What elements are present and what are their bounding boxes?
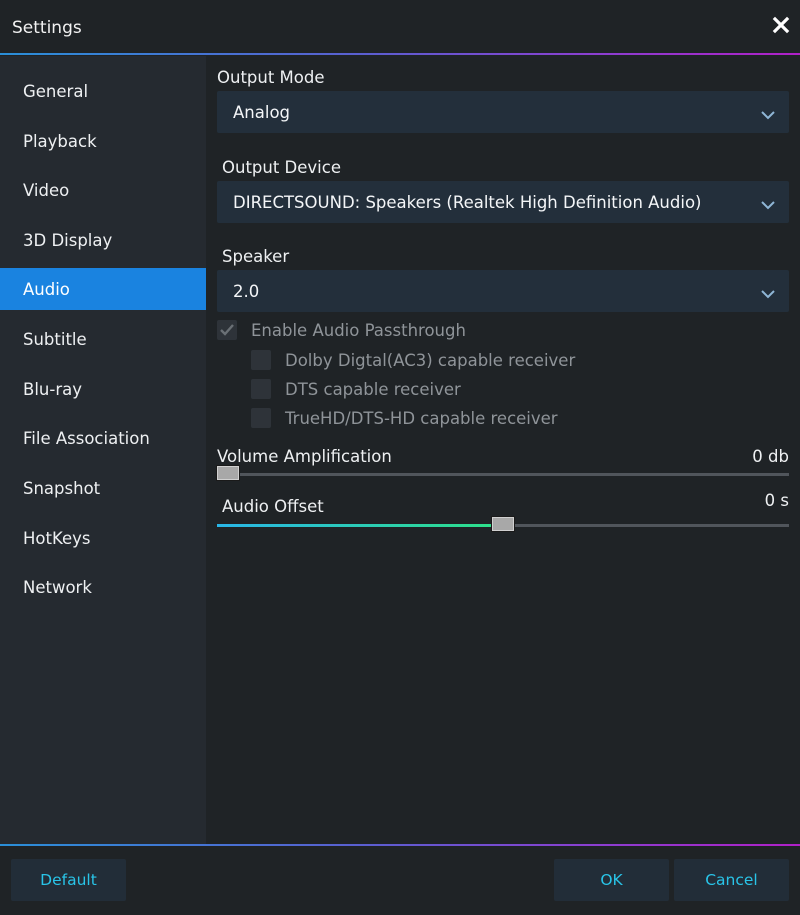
sidebar-item-snapshot[interactable]: Snapshot <box>0 467 206 509</box>
dolby-digital-label: Dolby Digtal(AC3) capable receiver <box>285 350 576 370</box>
dialog-footer: Default OK Cancel <box>0 846 800 915</box>
output-device-value: DIRECTSOUND: Speakers (Realtek High Defi… <box>233 192 702 212</box>
sidebar-item-file-association[interactable]: File Association <box>0 417 206 459</box>
sidebar-item-3d-display[interactable]: 3D Display <box>0 219 206 261</box>
audio-offset-thumb[interactable] <box>492 517 514 531</box>
ok-button[interactable]: OK <box>554 859 669 901</box>
sidebar-item-label: Network <box>23 577 92 597</box>
audio-offset-label: Audio Offset <box>222 497 324 516</box>
close-icon[interactable] <box>772 16 790 34</box>
dts-checkbox[interactable] <box>251 379 271 399</box>
output-device-label: Output Device <box>222 158 341 177</box>
sidebar-item-blu-ray[interactable]: Blu-ray <box>0 368 206 410</box>
title-divider <box>0 53 800 55</box>
enable-audio-passthrough-row: Enable Audio Passthrough <box>217 320 466 340</box>
speaker-value: 2.0 <box>233 281 260 301</box>
enable-audio-passthrough-label: Enable Audio Passthrough <box>251 320 466 340</box>
passthrough-option-row: DTS capable receiver <box>251 379 461 399</box>
dolby-digital-checkbox[interactable] <box>251 350 271 370</box>
sidebar-item-label: HotKeys <box>23 528 91 548</box>
sidebar-item-label: 3D Display <box>23 230 113 250</box>
sidebar-item-general[interactable]: General <box>0 70 206 112</box>
speaker-select[interactable]: 2.0 <box>217 270 789 312</box>
audio-offset-fill <box>217 524 492 527</box>
volume-amplification-label: Volume Amplification <box>217 447 392 466</box>
settings-sidebar: General Playback Video 3D Display Audio … <box>0 56 206 844</box>
truehd-dts-hd-label: TrueHD/DTS-HD capable receiver <box>285 408 558 428</box>
default-button[interactable]: Default <box>11 859 126 901</box>
speaker-label: Speaker <box>222 247 290 266</box>
audio-offset-value: 0 s <box>764 491 789 510</box>
audio-settings-panel: Output Mode Analog Output Device DIRECTS… <box>206 56 800 844</box>
sidebar-item-label: File Association <box>23 428 150 448</box>
chevron-down-icon <box>761 195 775 210</box>
passthrough-option-row: Dolby Digtal(AC3) capable receiver <box>251 350 575 370</box>
truehd-dts-hd-checkbox[interactable] <box>251 408 271 428</box>
chevron-down-icon <box>761 284 775 299</box>
sidebar-item-network[interactable]: Network <box>0 566 206 608</box>
audio-offset-slider[interactable] <box>217 517 789 531</box>
sidebar-item-label: General <box>23 81 89 101</box>
sidebar-item-label: Blu-ray <box>23 379 82 399</box>
sidebar-item-label: Playback <box>23 131 97 151</box>
sidebar-item-playback[interactable]: Playback <box>0 120 206 162</box>
sidebar-item-video[interactable]: Video <box>0 169 206 211</box>
sidebar-item-hotkeys[interactable]: HotKeys <box>0 517 206 559</box>
passthrough-option-row: TrueHD/DTS-HD capable receiver <box>251 408 558 428</box>
sidebar-item-label: Snapshot <box>23 478 101 498</box>
checkmark-icon <box>220 324 234 336</box>
volume-amplification-thumb[interactable] <box>217 466 239 480</box>
cancel-button[interactable]: Cancel <box>674 859 789 901</box>
sidebar-item-label: Video <box>23 180 70 200</box>
dts-label: DTS capable receiver <box>285 379 461 399</box>
volume-amplification-slider[interactable] <box>217 466 789 480</box>
output-mode-select[interactable]: Analog <box>217 91 789 133</box>
sidebar-item-audio[interactable]: Audio <box>0 268 206 310</box>
enable-audio-passthrough-checkbox[interactable] <box>217 320 237 340</box>
output-mode-label: Output Mode <box>217 68 325 87</box>
window-title: Settings <box>12 18 82 38</box>
sidebar-item-label: Subtitle <box>23 329 87 349</box>
sidebar-item-subtitle[interactable]: Subtitle <box>0 318 206 360</box>
title-bar: Settings <box>0 0 800 54</box>
volume-amplification-value: 0 db <box>752 447 789 466</box>
sidebar-item-label: Audio <box>23 279 70 299</box>
chevron-down-icon <box>761 105 775 120</box>
output-device-select[interactable]: DIRECTSOUND: Speakers (Realtek High Defi… <box>217 181 789 223</box>
output-mode-value: Analog <box>233 102 291 122</box>
